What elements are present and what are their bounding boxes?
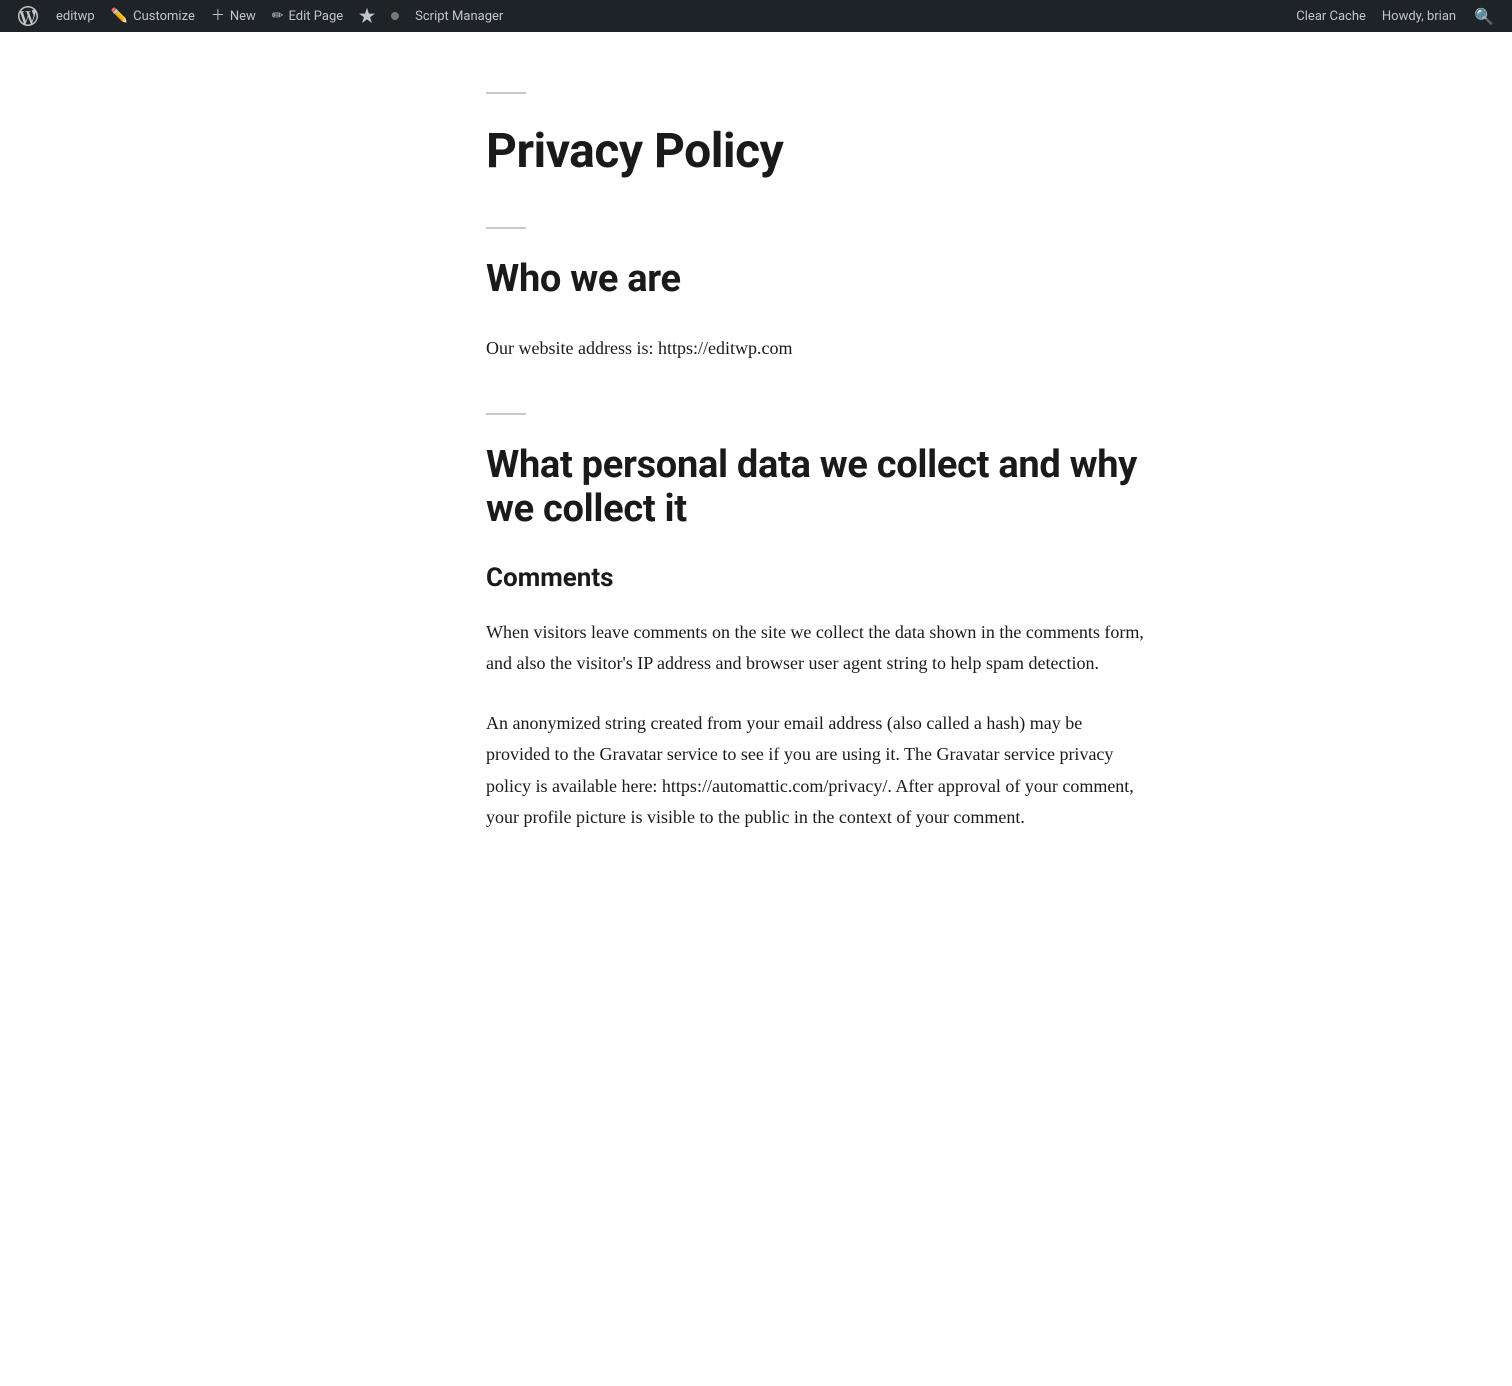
personal-data-section: What personal data we collect and why we… — [486, 413, 1146, 834]
title-divider — [486, 92, 526, 94]
howdy-label: Howdy, brian — [1382, 9, 1456, 24]
site-name-label: editwp — [56, 9, 95, 24]
comments-heading: Comments — [486, 563, 1146, 593]
personal-data-heading: What personal data we collect and why we… — [486, 443, 1146, 531]
edit-page-icon: ✏ — [272, 9, 284, 23]
dot-icon — [391, 12, 399, 20]
new-label: New — [230, 9, 256, 24]
script-manager-label: Script Manager — [415, 9, 503, 24]
admin-bar: editwp ✏️ Customize ＋ New ✏ Edit Page Sc… — [0, 0, 1512, 32]
who-we-are-paragraph: Our website address is: https://editwp.c… — [486, 333, 1146, 365]
personal-data-divider — [486, 413, 526, 415]
script-manager-button[interactable]: Script Manager — [407, 0, 511, 32]
comments-paragraph-1: When visitors leave comments on the site… — [486, 617, 1146, 680]
customize-label: Customize — [133, 9, 195, 24]
customize-icon: ✏️ — [111, 9, 128, 23]
edit-page-button[interactable]: ✏ Edit Page — [264, 0, 351, 32]
new-icon: ＋ — [211, 9, 225, 23]
admin-bar-right: Clear Cache Howdy, brian 🔍 — [1288, 0, 1504, 32]
wp-logo-button[interactable] — [8, 0, 48, 32]
page-content: Privacy Policy Who we are Our website ad… — [306, 32, 1206, 942]
page-title: Privacy Policy — [486, 122, 1146, 179]
comments-paragraph-2: An anonymized string created from your e… — [486, 708, 1146, 834]
clear-cache-button[interactable]: Clear Cache — [1288, 0, 1374, 32]
theme-button[interactable] — [351, 0, 383, 32]
who-we-are-section: Who we are Our website address is: https… — [486, 227, 1146, 365]
search-button[interactable]: 🔍 — [1464, 0, 1504, 32]
theme-icon — [359, 7, 375, 26]
who-we-are-heading: Who we are — [486, 257, 1146, 301]
who-we-are-divider — [486, 227, 526, 229]
user-menu-button[interactable]: Howdy, brian — [1374, 0, 1464, 32]
title-section: Privacy Policy — [486, 92, 1146, 179]
new-button[interactable]: ＋ New — [203, 0, 264, 32]
comments-subsection: Comments When visitors leave comments on… — [486, 563, 1146, 834]
edit-page-label: Edit Page — [289, 9, 344, 24]
customize-button[interactable]: ✏️ Customize — [103, 0, 203, 32]
site-name-button[interactable]: editwp — [48, 0, 103, 32]
search-icon: 🔍 — [1474, 7, 1494, 26]
clear-cache-label: Clear Cache — [1296, 9, 1366, 24]
script-manager-dot-indicator — [383, 0, 407, 32]
